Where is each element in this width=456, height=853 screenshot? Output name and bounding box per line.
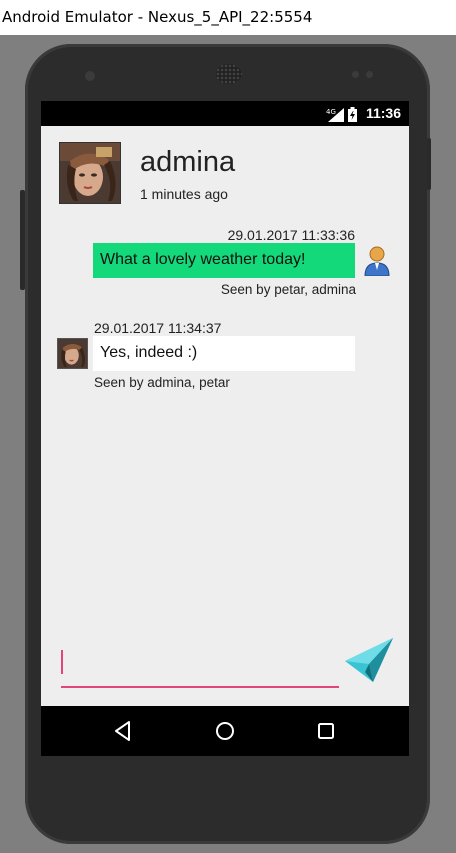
user-icon [364, 246, 390, 276]
speaker-grille [216, 64, 242, 84]
signal-icon: 4G [326, 107, 344, 122]
sensor-icon [352, 71, 359, 78]
send-button[interactable] [345, 638, 393, 684]
front-camera-icon [85, 71, 95, 81]
battery-icon [348, 106, 357, 122]
seen-receipt: Seen by petar, admina [220, 282, 356, 297]
message-timestamp: 29.01.2017 11:33:36 [227, 227, 355, 243]
sender-avatar [57, 338, 88, 369]
message-timestamp: 29.01.2017 11:34:37 [94, 320, 222, 336]
navigation-bar [41, 706, 409, 756]
incoming-message-bubble[interactable]: Yes, indeed :) [93, 336, 355, 371]
contact-name: admina [140, 146, 236, 178]
svg-text:4G: 4G [326, 108, 336, 116]
window-title: Android Emulator - Nexus_5_API_22:5554 [0, 0, 456, 35]
outgoing-message-bubble[interactable]: What a lovely weather today! [93, 243, 355, 278]
message-input[interactable] [61, 646, 339, 688]
home-icon[interactable] [212, 718, 238, 744]
power-button[interactable] [427, 138, 431, 190]
last-seen-status: 1 minutes ago [140, 186, 228, 202]
contact-avatar[interactable] [59, 142, 121, 204]
back-icon[interactable] [111, 718, 137, 744]
volume-button[interactable] [20, 190, 25, 290]
text-cursor [61, 650, 63, 674]
chat-screen: admina 1 minutes ago 29.01.2017 11:33:36… [41, 126, 409, 706]
paper-plane-icon [345, 638, 393, 682]
status-bar: 4G 11:36 [41, 101, 409, 126]
sensor-icon [366, 71, 373, 78]
contact-avatar-image [60, 143, 120, 203]
status-time: 11:36 [365, 105, 401, 121]
sender-avatar-image [58, 339, 87, 368]
recents-icon[interactable] [313, 718, 339, 744]
seen-receipt: Seen by admina, petar [94, 375, 230, 390]
device-screen: 4G 11:36 admina 1 minutes ago 29.01.2017… [41, 101, 409, 756]
